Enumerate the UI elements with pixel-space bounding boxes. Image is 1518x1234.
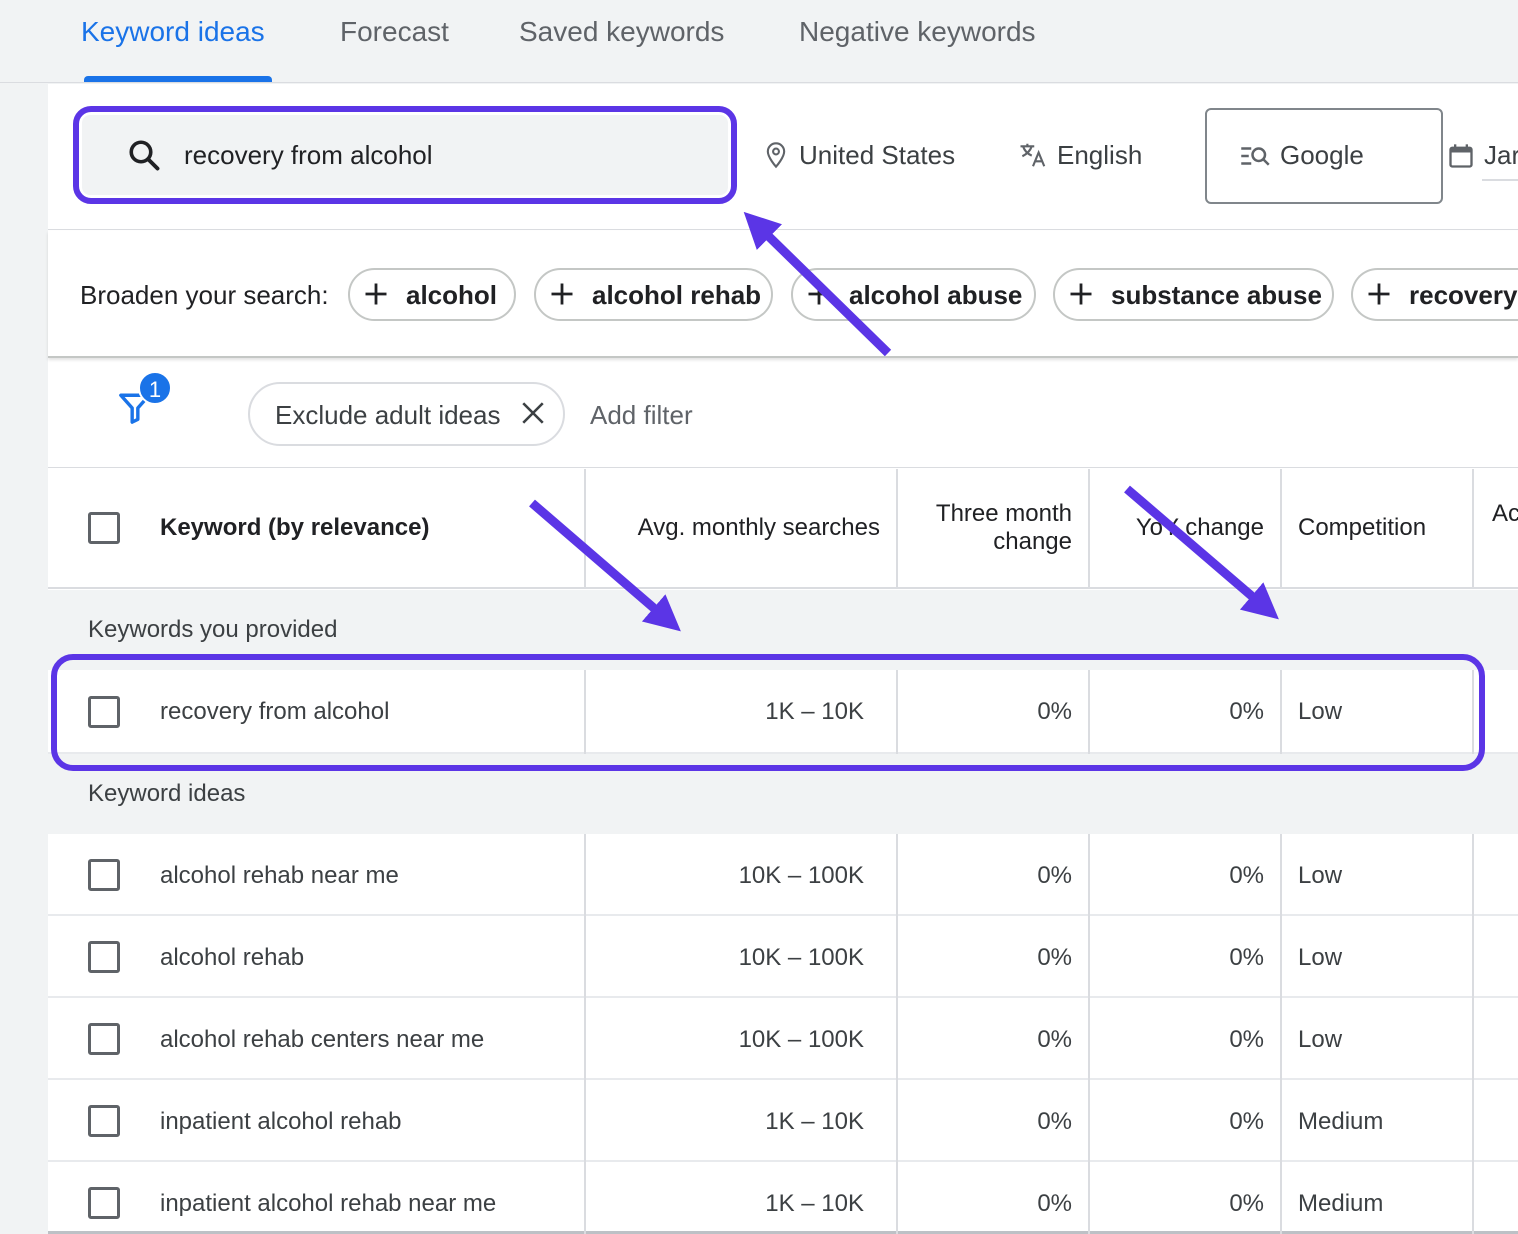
- keyword-cell: inpatient alcohol rehab: [160, 1108, 402, 1135]
- translate-icon: [1020, 143, 1046, 167]
- yoy-cell: 0%: [1229, 1190, 1264, 1217]
- column-divider[interactable]: [1472, 469, 1474, 589]
- chip-label: recovery f: [1409, 280, 1518, 310]
- searches-cell: 1K – 10K: [765, 1108, 864, 1135]
- searches-cell: 10K – 100K: [738, 944, 864, 971]
- column-divider[interactable]: [584, 469, 586, 589]
- three-month-cell: 0%: [1037, 1026, 1072, 1053]
- broaden-chip-substance-abuse[interactable]: substance abuse: [1053, 268, 1334, 321]
- competition-cell: Low: [1298, 944, 1343, 971]
- cell-divider: [1280, 834, 1282, 1234]
- broaden-chip-alcohol[interactable]: alcohol: [348, 268, 516, 321]
- column-header-three-month-change-line2: change: [993, 528, 1072, 555]
- broaden-chip-alcohol-abuse[interactable]: alcohol abuse: [791, 268, 1036, 321]
- yoy-cell: 0%: [1229, 862, 1264, 889]
- broaden-label: Broaden your search:: [80, 280, 329, 310]
- row-checkbox[interactable]: [88, 1105, 120, 1137]
- plus-icon: [365, 283, 387, 305]
- cell-divider: [1472, 834, 1474, 1234]
- row-checkbox[interactable]: [88, 1187, 120, 1219]
- tab-saved-keywords[interactable]: Saved keywords: [519, 16, 724, 48]
- select-all-checkbox[interactable]: [88, 512, 120, 544]
- three-month-cell: 0%: [1037, 862, 1072, 889]
- group-label-provided: Keywords you provided: [88, 616, 338, 643]
- close-icon[interactable]: [520, 400, 546, 426]
- plus-icon: [808, 283, 830, 305]
- competition-cell: Low: [1298, 862, 1343, 889]
- column-divider[interactable]: [1280, 469, 1282, 589]
- calendar-icon: [1449, 144, 1473, 168]
- filter-chip-label: Exclude adult ideas: [275, 400, 501, 430]
- search-highlight-annotation: [73, 106, 737, 204]
- row-checkbox[interactable]: [88, 1023, 120, 1055]
- row-checkbox[interactable]: [88, 859, 120, 891]
- column-header-avg-monthly-searches[interactable]: Avg. monthly searches: [590, 514, 880, 542]
- column-header-yoy-change[interactable]: YoY change: [1092, 514, 1264, 542]
- three-month-cell: 0%: [1037, 944, 1072, 971]
- column-header-three-month-change[interactable]: Three month: [900, 500, 1072, 528]
- chip-label: alcohol: [406, 280, 498, 310]
- tab-keyword-ideas[interactable]: Keyword ideas: [81, 16, 265, 48]
- tab-negative-keywords[interactable]: Negative keywords: [799, 16, 1036, 48]
- add-filter-button[interactable]: Add filter: [590, 400, 693, 431]
- row-checkbox[interactable]: [88, 941, 120, 973]
- keyword-cell: inpatient alcohol rehab near me: [160, 1190, 497, 1217]
- group-label-ideas: Keyword ideas: [88, 780, 246, 807]
- search-network-icon: [1241, 147, 1270, 166]
- searches-cell: 10K – 100K: [738, 1026, 864, 1053]
- location-pin-icon: [766, 142, 786, 169]
- yoy-cell: 0%: [1229, 1026, 1264, 1053]
- network-label: Google: [1280, 140, 1364, 170]
- cell-divider: [1088, 834, 1090, 1234]
- cell-divider: [896, 834, 898, 1234]
- three-month-cell: 0%: [1037, 1108, 1072, 1135]
- competition-cell: Low: [1298, 1026, 1343, 1053]
- plus-icon: [551, 283, 573, 305]
- row-highlight-annotation: [51, 654, 1485, 771]
- chip-label: substance abuse: [1111, 280, 1322, 310]
- keyword-cell: alcohol rehab centers near me: [160, 1026, 485, 1053]
- filter-count-badge: 1: [138, 371, 172, 405]
- searches-cell: 10K – 100K: [738, 862, 864, 889]
- tab-bar: Keyword ideas Forecast Saved keywords Ne…: [0, 0, 1518, 83]
- chip-label: alcohol abuse: [849, 280, 1023, 310]
- searches-cell: 1K – 10K: [765, 1190, 864, 1217]
- column-header-keyword[interactable]: Keyword (by relevance): [160, 514, 429, 542]
- plus-icon: [1368, 283, 1390, 305]
- keyword-cell: alcohol rehab near me: [160, 862, 399, 889]
- keyword-cell: alcohol rehab: [160, 944, 305, 971]
- cell-divider: [584, 834, 586, 1234]
- date-range-selector[interactable]: Jar: [1484, 140, 1518, 171]
- language-selector[interactable]: English: [1057, 140, 1142, 171]
- column-divider[interactable]: [1088, 469, 1090, 589]
- location-selector[interactable]: United States: [799, 140, 955, 171]
- yoy-cell: 0%: [1229, 1108, 1264, 1135]
- plus-icon: [1070, 283, 1092, 305]
- chip-label: alcohol rehab: [592, 280, 762, 310]
- column-divider[interactable]: [896, 469, 898, 589]
- tab-forecast[interactable]: Forecast: [340, 16, 449, 48]
- date-range-underline: [1482, 179, 1518, 181]
- three-month-cell: 0%: [1037, 1190, 1072, 1217]
- competition-cell: Medium: [1298, 1108, 1384, 1135]
- competition-cell: Medium: [1298, 1190, 1384, 1217]
- active-tab-indicator: [84, 76, 272, 82]
- yoy-cell: 0%: [1229, 944, 1264, 971]
- broaden-chip-alcohol-rehab[interactable]: alcohol rehab: [534, 268, 773, 321]
- broaden-chip-recovery[interactable]: recovery f: [1351, 268, 1518, 321]
- column-header-competition[interactable]: Competition: [1298, 514, 1426, 542]
- column-header-ad-impression-share[interactable]: Ac: [1492, 500, 1518, 528]
